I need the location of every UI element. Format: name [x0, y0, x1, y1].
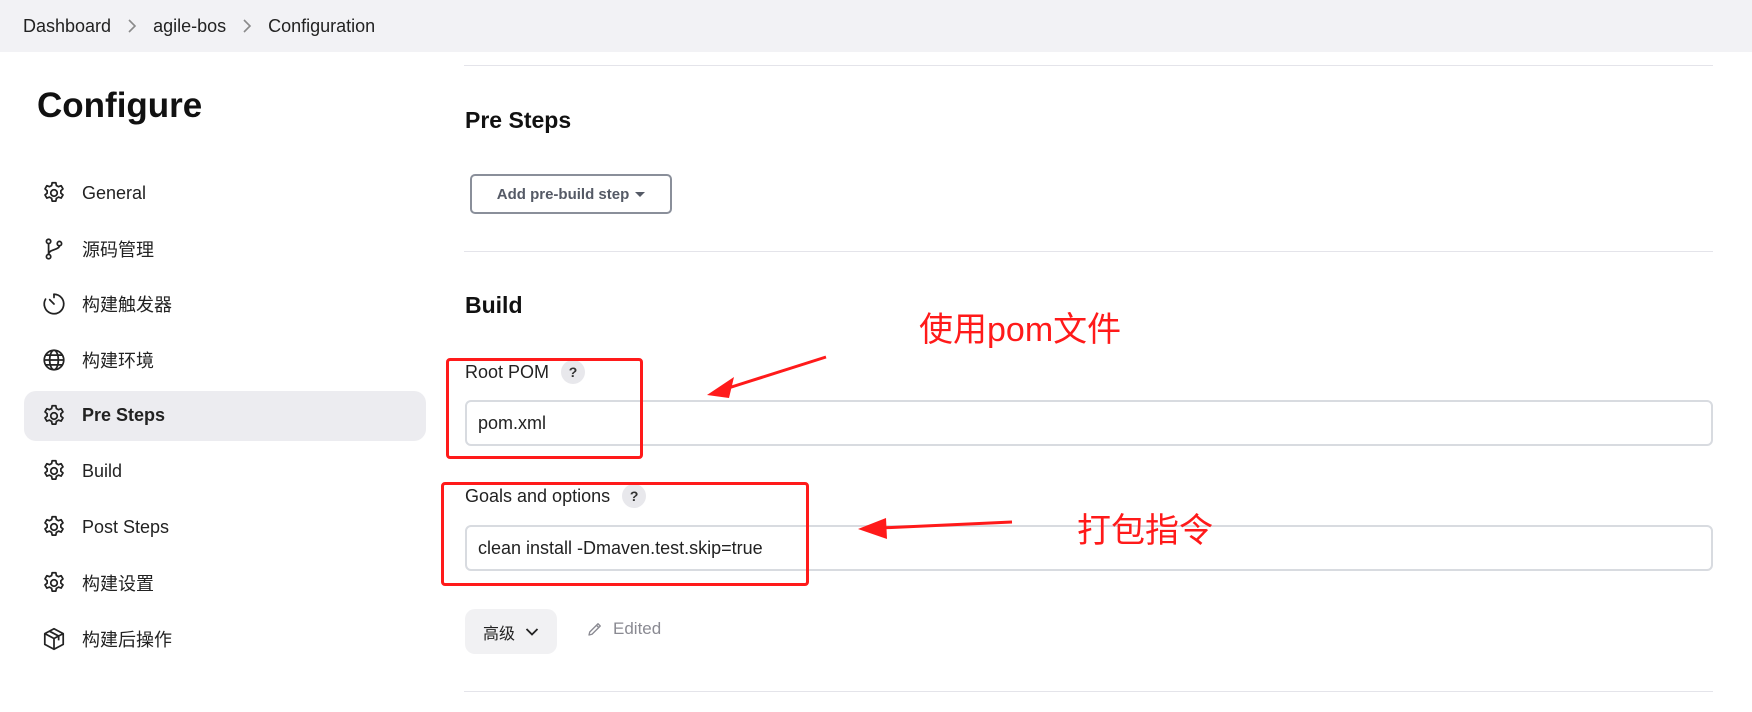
- annotation-goals-note: 打包指令: [1077, 512, 1213, 550]
- pencil-icon: [588, 623, 601, 636]
- edited-indicator: Edited: [586, 619, 661, 639]
- chevron-right-icon: [127, 19, 137, 33]
- gear-icon: [40, 402, 68, 430]
- root-pom-label-text: Root POM: [465, 361, 550, 382]
- gear-icon: [40, 513, 68, 541]
- add-pre-build-step-label: Add pre-build step: [496, 185, 630, 203]
- timer-icon: [40, 290, 68, 318]
- sidebar-item-label: 源码管理: [82, 239, 154, 260]
- breadcrumb-dashboard[interactable]: Dashboard: [23, 16, 111, 37]
- sidebar-item-label: 构建环境: [82, 351, 154, 372]
- sidebar-item-general[interactable]: General: [24, 168, 426, 218]
- help-icon[interactable]: ?: [561, 360, 586, 384]
- gear-icon: [40, 457, 68, 485]
- sidebar-item-label: Pre Steps: [82, 405, 166, 426]
- globe-icon: [40, 346, 68, 374]
- package-icon: [40, 625, 68, 653]
- sidebar-item-post-build[interactable]: 构建后操作: [24, 614, 426, 664]
- help-icon[interactable]: ?: [622, 484, 647, 508]
- section-divider: [464, 691, 1713, 692]
- chevron-down-icon: [525, 627, 539, 636]
- annotation-arrow-root-pom: [707, 355, 827, 398]
- sidebar-item-build-settings[interactable]: 构建设置: [24, 558, 426, 608]
- goals-label: Goals and options ?: [465, 484, 647, 508]
- sidebar-item-label: General: [82, 182, 147, 203]
- breadcrumb-project[interactable]: agile-bos: [153, 16, 226, 37]
- root-pom-label: Root POM ?: [465, 360, 586, 384]
- sidebar-item-pre-steps[interactable]: Pre Steps: [24, 390, 426, 441]
- caret-down-icon: [635, 191, 646, 197]
- goals-label-text: Goals and options: [465, 485, 611, 506]
- sidebar-nav: General 源码管理 构建触发器 构建环境 Pre Steps Build: [24, 168, 426, 669]
- add-pre-build-step-button[interactable]: Add pre-build step: [470, 174, 672, 214]
- page-title: Configure: [37, 86, 203, 125]
- chevron-right-icon: [242, 19, 252, 33]
- sidebar-item-post-steps[interactable]: Post Steps: [24, 502, 426, 552]
- section-divider: [464, 65, 1713, 66]
- pre-steps-title: Pre Steps: [465, 107, 572, 133]
- sidebar-item-label: 构建触发器: [82, 295, 172, 316]
- breadcrumb: Dashboard agile-bos Configuration: [0, 0, 1752, 52]
- build-title: Build: [465, 292, 523, 318]
- sidebar-item-triggers[interactable]: 构建触发器: [24, 279, 426, 329]
- sidebar-item-scm[interactable]: 源码管理: [24, 224, 426, 274]
- sidebar-item-environment[interactable]: 构建环境: [24, 335, 426, 385]
- breadcrumb-configuration[interactable]: Configuration: [268, 16, 375, 37]
- gear-icon: [40, 569, 68, 597]
- annotation-pom-note: 使用pom文件: [919, 311, 1122, 349]
- branch-icon: [40, 235, 68, 263]
- edited-label: Edited: [613, 619, 662, 638]
- section-divider: [464, 251, 1713, 252]
- sidebar-item-label: 构建后操作: [82, 629, 172, 650]
- sidebar-item-label: Build: [82, 460, 123, 481]
- root-pom-input[interactable]: [465, 400, 1713, 446]
- advanced-button[interactable]: 高级: [465, 609, 557, 654]
- sidebar-item-build[interactable]: Build: [24, 446, 426, 496]
- gear-icon: [40, 179, 68, 207]
- sidebar-item-label: Post Steps: [82, 516, 170, 537]
- advanced-label: 高级: [482, 625, 515, 643]
- sidebar-item-label: 构建设置: [82, 573, 154, 594]
